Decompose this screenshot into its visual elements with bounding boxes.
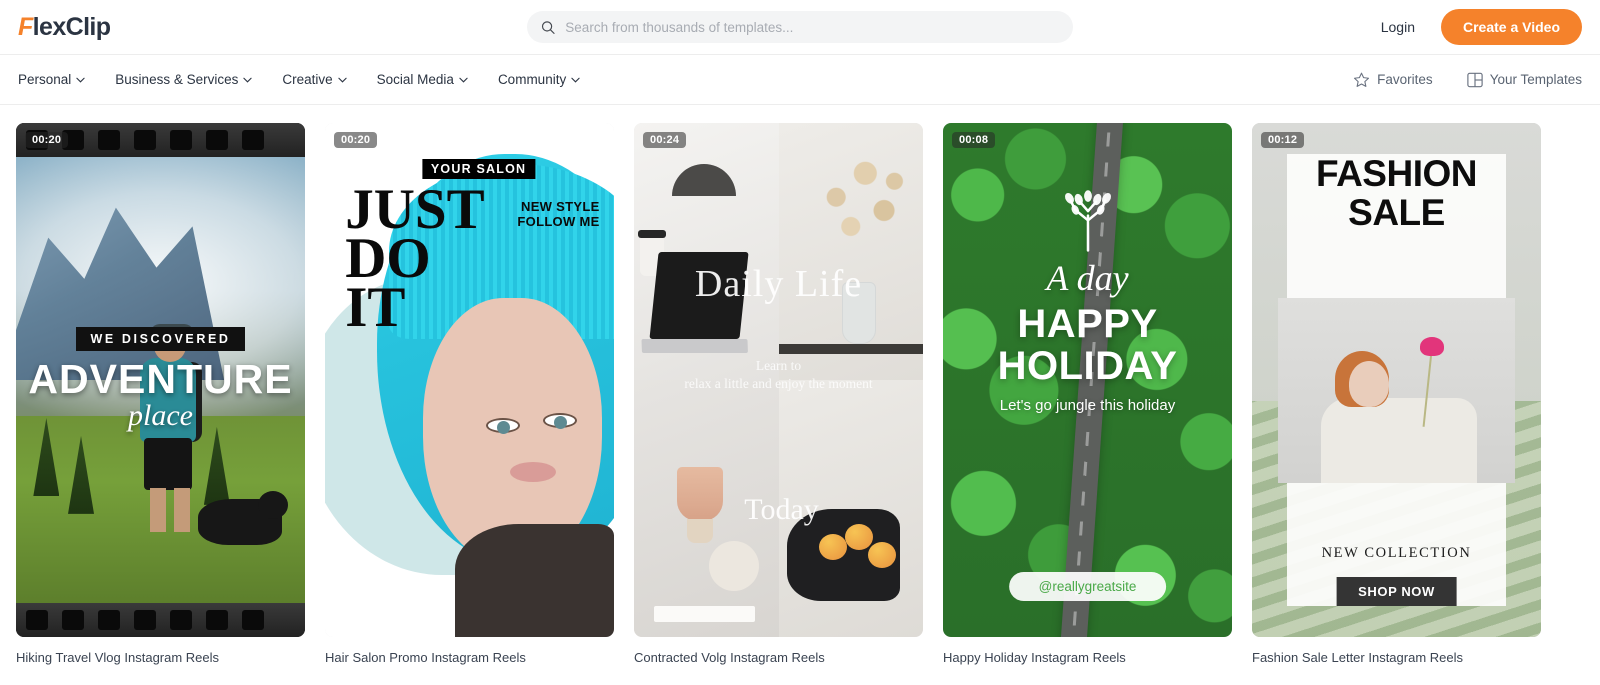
nav-item-label: Social Media bbox=[376, 72, 454, 87]
model-photo bbox=[1278, 297, 1515, 483]
art-title-line2: SALE bbox=[1348, 192, 1445, 234]
template-caption: Happy Holiday Instagram Reels bbox=[943, 650, 1126, 665]
brand-logo-text: lexClip bbox=[32, 12, 111, 41]
template-caption: Hiking Travel Vlog Instagram Reels bbox=[16, 650, 220, 665]
template-caption: Hair Salon Promo Instagram Reels bbox=[325, 650, 526, 665]
chevron-down-icon bbox=[571, 77, 580, 83]
header-actions: Login Create a Video bbox=[1381, 9, 1582, 45]
your-templates-label: Your Templates bbox=[1489, 72, 1582, 87]
search-bar[interactable] bbox=[527, 11, 1073, 43]
chevron-down-icon bbox=[459, 77, 468, 83]
favorites-label: Favorites bbox=[1377, 72, 1433, 87]
app-header: F lexClip Login Create a Video bbox=[0, 0, 1600, 55]
duration-badge: 00:12 bbox=[1261, 132, 1305, 148]
template-art-text: WE DISCOVERED ADVENTURE place bbox=[16, 157, 305, 603]
art-tag: WE DISCOVERED bbox=[76, 327, 245, 351]
chevron-down-icon bbox=[76, 77, 85, 83]
duration-badge: 00:20 bbox=[334, 132, 378, 148]
chevron-down-icon bbox=[338, 77, 347, 83]
art-side-line2: FOLLOW ME bbox=[517, 214, 600, 230]
art-title: JUST DO IT bbox=[345, 181, 484, 339]
duration-badge: 00:24 bbox=[643, 132, 687, 148]
art-title-line2: HOLIDAY bbox=[997, 343, 1178, 388]
art-shop-now-button: SHOP NOW bbox=[1336, 577, 1457, 607]
template-card[interactable]: 00:08 A day HAPPY HOLIDAY Let's go jungl… bbox=[943, 123, 1232, 685]
template-grid: 00:20 WE DISCOVERED ADVENTURE place Hiki… bbox=[0, 105, 1600, 685]
nav-item-label: Creative bbox=[282, 72, 333, 87]
nav-item-personal[interactable]: Personal bbox=[18, 72, 85, 87]
template-thumbnail[interactable]: 00:08 A day HAPPY HOLIDAY Let's go jungl… bbox=[943, 123, 1232, 637]
art-title-line3: IT bbox=[345, 275, 406, 339]
template-thumbnail[interactable]: 00:12 FASHION SALE NEW COLLECTION SHOP N… bbox=[1252, 123, 1541, 637]
nav-item-social-media[interactable]: Social Media bbox=[377, 72, 468, 87]
art-side-line1: NEW STYLE bbox=[521, 199, 600, 215]
nav-item-business-services[interactable]: Business & Services bbox=[115, 72, 252, 87]
duration-badge: 00:20 bbox=[25, 132, 69, 148]
art-title-line1: FASHION bbox=[1316, 152, 1477, 194]
film-strip-art: WE DISCOVERED ADVENTURE place bbox=[16, 123, 305, 637]
login-link[interactable]: Login bbox=[1381, 19, 1415, 35]
art-handle-pill: @reallygreatsite bbox=[1008, 572, 1167, 602]
layout-panel-icon bbox=[1466, 72, 1483, 87]
nav-item-creative[interactable]: Creative bbox=[282, 72, 347, 87]
search-icon bbox=[541, 20, 555, 34]
template-thumbnail[interactable]: 00:20 WE DISCOVERED ADVENTURE place bbox=[16, 123, 305, 637]
template-thumbnail[interactable]: 00:24 Daily Life Learn to relax a little… bbox=[634, 123, 923, 637]
art-title-line1: HAPPY bbox=[1017, 301, 1158, 346]
template-card[interactable]: 00:24 Daily Life Learn to relax a little… bbox=[634, 123, 923, 685]
star-icon bbox=[1354, 72, 1370, 87]
nav-item-list: Personal Business & Services Creative So… bbox=[18, 72, 580, 87]
art-subtitle: Let's go jungle this holiday bbox=[999, 396, 1176, 414]
search-input[interactable] bbox=[565, 19, 1059, 35]
art-title: FASHION SALE bbox=[1252, 154, 1541, 233]
art-script-text: A day bbox=[1046, 257, 1129, 298]
daily-life-art bbox=[634, 123, 923, 637]
nav-secondary-actions: Favorites Your Templates bbox=[1353, 72, 1582, 88]
salon-art: YOUR SALON JUST DO IT NEW STYLE FOLLOW M… bbox=[325, 123, 614, 637]
template-caption: Fashion Sale Letter Instagram Reels bbox=[1252, 650, 1463, 665]
art-tag: YOUR SALON bbox=[421, 158, 536, 179]
template-caption: Contracted Volg Instagram Reels bbox=[634, 650, 825, 665]
film-perforation-bottom bbox=[16, 603, 305, 637]
template-card[interactable]: 00:20 YOUR SALON JUST DO IT NEW STYLE FO… bbox=[325, 123, 614, 685]
forest-art: A day HAPPY HOLIDAY Let's go jungle this… bbox=[943, 123, 1232, 637]
category-nav: Personal Business & Services Creative So… bbox=[0, 55, 1600, 105]
template-card[interactable]: 00:12 FASHION SALE NEW COLLECTION SHOP N… bbox=[1252, 123, 1541, 685]
template-card[interactable]: 00:20 WE DISCOVERED ADVENTURE place Hiki… bbox=[16, 123, 305, 685]
nav-item-label: Business & Services bbox=[115, 72, 239, 87]
art-side-text: NEW STYLE FOLLOW ME bbox=[517, 199, 600, 230]
nav-item-label: Community bbox=[497, 72, 567, 87]
brand-logo-accent: F bbox=[18, 12, 33, 41]
favorites-button[interactable]: Favorites bbox=[1353, 72, 1433, 88]
hiking-photo: WE DISCOVERED ADVENTURE place bbox=[16, 157, 305, 603]
art-subtitle: place bbox=[128, 399, 193, 432]
brand-logo[interactable]: F lexClip bbox=[18, 12, 111, 42]
art-title: ADVENTURE bbox=[28, 356, 293, 402]
tree-icon bbox=[1064, 190, 1111, 252]
create-a-video-button[interactable]: Create a Video bbox=[1440, 9, 1582, 45]
art-subtitle: NEW COLLECTION bbox=[1321, 545, 1472, 562]
chevron-down-icon bbox=[243, 77, 252, 83]
your-templates-button[interactable]: Your Templates bbox=[1466, 72, 1582, 88]
fashion-sale-art: FASHION SALE NEW COLLECTION SHOP NOW bbox=[1252, 123, 1541, 637]
template-art-text: A day HAPPY HOLIDAY Let's go jungle this… bbox=[943, 123, 1232, 637]
art-title: HAPPY HOLIDAY bbox=[998, 303, 1178, 387]
duration-badge: 00:08 bbox=[952, 132, 996, 148]
nav-item-community[interactable]: Community bbox=[498, 72, 580, 87]
nav-item-label: Personal bbox=[18, 72, 72, 87]
template-thumbnail[interactable]: 00:20 YOUR SALON JUST DO IT NEW STYLE FO… bbox=[325, 123, 614, 637]
